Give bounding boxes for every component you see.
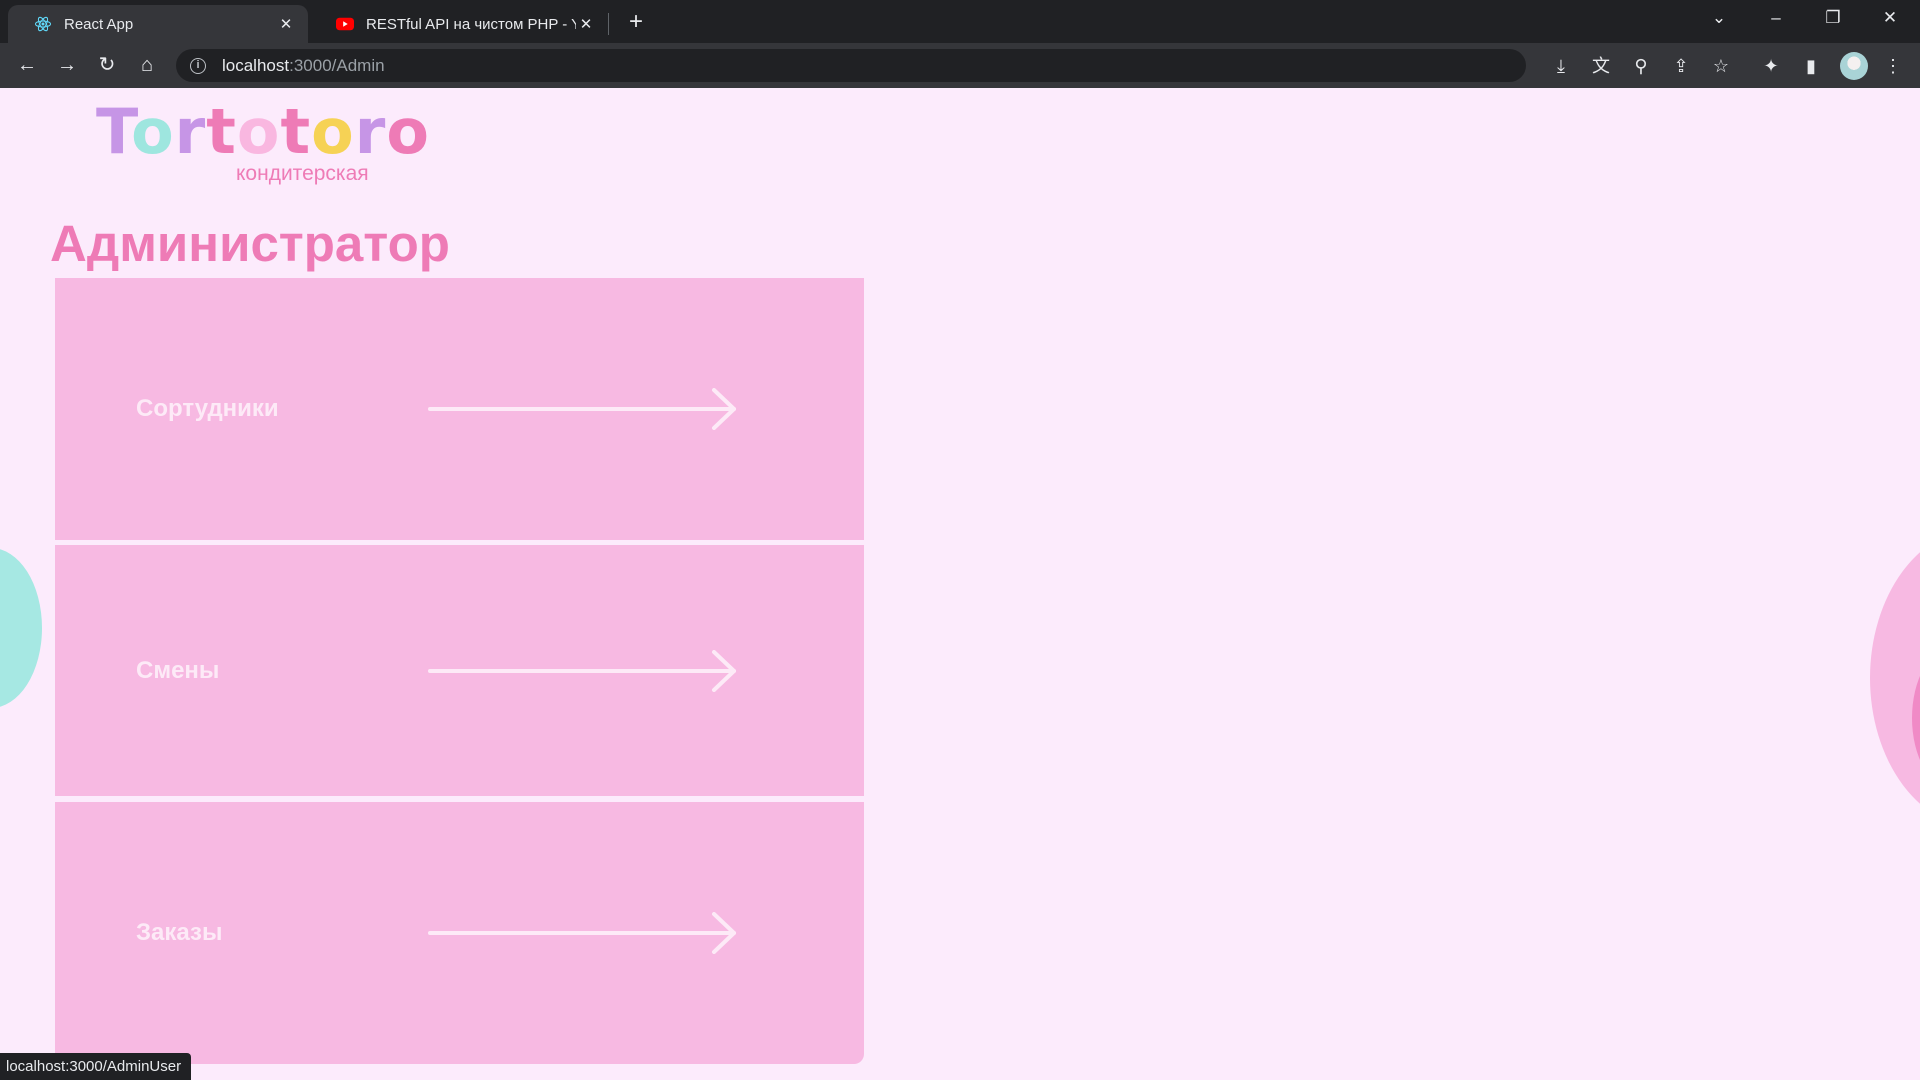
page-title: Администратор bbox=[50, 215, 450, 272]
url-host: localhost bbox=[222, 55, 290, 75]
address-url: localhost:3000/Admin bbox=[222, 56, 385, 76]
page-content: Tortotoro кондитерская Администратор Сор… bbox=[0, 88, 1920, 1080]
profile-avatar[interactable] bbox=[1840, 52, 1868, 80]
logo-letter: T bbox=[96, 95, 132, 168]
translate-icon[interactable]: 文 bbox=[1588, 53, 1614, 79]
arrow-right-icon bbox=[428, 912, 736, 954]
logo-letter: o bbox=[236, 95, 281, 168]
bookmark-star-icon[interactable]: ☆ bbox=[1708, 53, 1734, 79]
site-logo[interactable]: Tortotoro кондитерская bbox=[96, 100, 430, 186]
minimize-icon[interactable]: – bbox=[1761, 8, 1791, 28]
tab-title: RESTful API на чистом PHP - You bbox=[366, 15, 576, 33]
logo-letter: t bbox=[280, 95, 312, 168]
tab-strip: React App ✕ RESTful API на чистом PHP - … bbox=[0, 0, 1920, 43]
decorative-circle-right bbox=[1870, 528, 1920, 828]
logo-subtitle: кондитерская bbox=[236, 162, 369, 185]
side-panel-icon[interactable]: ▮ bbox=[1798, 53, 1824, 79]
browser-toolbar: ← → ↻ ⌂ i localhost:3000/Admin ⤓ 文 ⚲ ⇪ ☆… bbox=[0, 43, 1920, 88]
share-icon[interactable]: ⇪ bbox=[1668, 53, 1694, 79]
new-tab-button[interactable]: + bbox=[624, 8, 648, 36]
logo-letter: r bbox=[174, 95, 207, 168]
youtube-icon bbox=[336, 15, 354, 33]
forward-icon[interactable]: → bbox=[53, 51, 81, 79]
close-tab-icon[interactable]: ✕ bbox=[276, 15, 296, 33]
menu-card-orders[interactable]: Заказы bbox=[55, 802, 864, 1064]
close-tab-icon[interactable]: ✕ bbox=[576, 15, 596, 33]
url-path: :3000/Admin bbox=[289, 55, 385, 75]
tab-search-icon[interactable]: ⌄ bbox=[1704, 8, 1734, 28]
home-icon[interactable]: ⌂ bbox=[133, 51, 161, 79]
reload-icon[interactable]: ↻ bbox=[93, 51, 121, 79]
menu-card-employees[interactable]: Сортудники bbox=[55, 278, 864, 540]
tab-youtube[interactable]: RESTful API на чистом PHP - You ✕ bbox=[310, 5, 608, 43]
arrow-right-icon bbox=[428, 649, 736, 692]
tab-separator bbox=[608, 13, 609, 35]
site-info-icon[interactable]: i bbox=[190, 57, 206, 74]
menu-card-label: Смены bbox=[136, 656, 220, 684]
logo-letter: o bbox=[311, 95, 355, 168]
react-icon bbox=[34, 15, 52, 33]
zoom-icon[interactable]: ⚲ bbox=[1628, 53, 1654, 79]
menu-card-label: Заказы bbox=[136, 919, 223, 946]
extensions-icon[interactable]: ✦ bbox=[1758, 53, 1784, 79]
logo-letter: t bbox=[206, 95, 237, 168]
tab-title: React App bbox=[64, 15, 134, 33]
link-status-bubble: localhost:3000/AdminUser bbox=[0, 1053, 192, 1080]
arrow-right-icon bbox=[428, 388, 736, 430]
logo-letter: o bbox=[131, 95, 175, 168]
decorative-circle-left bbox=[0, 548, 42, 708]
close-window-icon[interactable]: ✕ bbox=[1875, 8, 1905, 28]
restore-icon[interactable]: ❐ bbox=[1818, 8, 1848, 28]
install-app-icon[interactable]: ⤓ bbox=[1548, 53, 1574, 79]
tab-react-app[interactable]: React App ✕ bbox=[8, 5, 308, 43]
logo-letter: r bbox=[354, 95, 387, 168]
address-bar[interactable]: i localhost:3000/Admin bbox=[176, 49, 1526, 82]
menu-card-label: Сортудники bbox=[136, 395, 279, 422]
menu-kebab-icon[interactable]: ⋮ bbox=[1880, 53, 1906, 79]
logo-letter: o bbox=[386, 95, 430, 168]
logo-wordmark: Tortotoro bbox=[96, 100, 430, 164]
back-icon[interactable]: ← bbox=[13, 51, 41, 79]
menu-card-shifts[interactable]: Смены bbox=[55, 545, 864, 796]
